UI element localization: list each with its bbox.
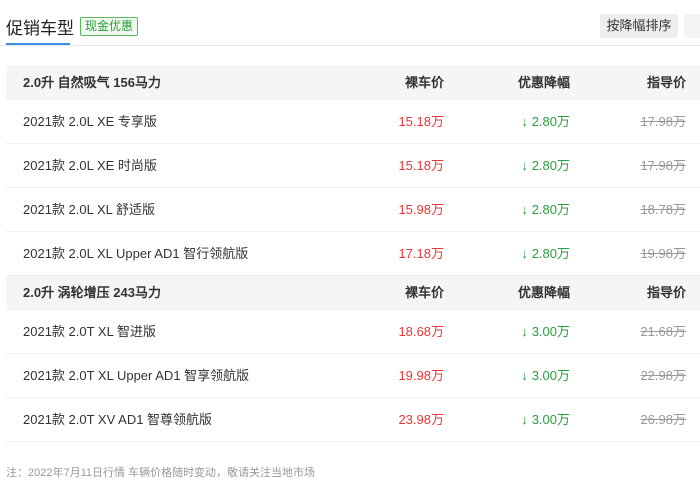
sale-price: 15.18万 — [398, 114, 444, 129]
discount-amount: ↓ 2.80万 — [521, 188, 570, 232]
group-title: 2.0升 自然吸气 156马力 — [23, 75, 161, 90]
tab-promo-models[interactable]: 促销车型 — [6, 14, 74, 46]
discount-value: 3.00万 — [531, 412, 570, 427]
group-header: 2.0升 自然吸气 156马力 裸车价 优惠降幅 指导价 — [6, 66, 700, 100]
promo-table: 2.0升 自然吸气 156马力 裸车价 优惠降幅 指导价 2021款 2.0L … — [6, 66, 700, 442]
table-row[interactable]: 2021款 2.0T XL 智进版 18.68万 ↓ 3.00万 21.68万 — [6, 310, 700, 354]
sale-price: 15.98万 — [398, 202, 444, 217]
discount-amount: ↓ 2.80万 — [521, 144, 570, 188]
col-header-guide: 指导价 — [646, 285, 686, 300]
active-tab-indicator — [6, 43, 70, 45]
table-row[interactable]: 2021款 2.0T XV AD1 智尊领航版 23.98万 ↓ 3.00万 26… — [6, 398, 700, 442]
down-arrow-icon: ↓ — [521, 412, 528, 427]
table-row[interactable]: 2021款 2.0L XE 时尚版 15.18万 ↓ 2.80万 17.98万 — [6, 144, 700, 188]
guide-price: 21.68万 — [640, 324, 686, 339]
down-arrow-icon: ↓ — [521, 324, 528, 339]
guide-price: 26.98万 — [640, 412, 686, 427]
discount-value: 2.80万 — [531, 202, 570, 217]
down-arrow-icon: ↓ — [521, 114, 528, 129]
guide-price: 22.98万 — [640, 368, 686, 383]
model-name: 2021款 2.0L XE 专享版 — [23, 114, 157, 129]
guide-price: 19.98万 — [640, 246, 686, 261]
sale-price: 15.18万 — [398, 158, 444, 173]
sort-by-discount-button[interactable]: 按降幅排序 — [600, 14, 678, 38]
model-name: 2021款 2.0T XV AD1 智尊领航版 — [23, 412, 213, 427]
down-arrow-icon: ↓ — [521, 158, 528, 173]
col-header-price: 裸车价 — [404, 285, 444, 300]
sale-price: 23.98万 — [398, 412, 444, 427]
guide-price: 17.98万 — [640, 114, 686, 129]
discount-amount: ↓ 3.00万 — [521, 398, 570, 442]
discount-value: 3.00万 — [531, 368, 570, 383]
table-row[interactable]: 2021款 2.0L XL 舒适版 15.98万 ↓ 2.80万 18.78万 — [6, 188, 700, 232]
model-name: 2021款 2.0L XE 时尚版 — [23, 158, 157, 173]
col-header-guide: 指导价 — [646, 75, 686, 90]
table-row[interactable]: 2021款 2.0T XL Upper AD1 智享领航版 19.98万 ↓ 3.… — [6, 354, 700, 398]
sale-price: 18.68万 — [398, 324, 444, 339]
guide-price: 17.98万 — [640, 158, 686, 173]
col-header-price: 裸车价 — [404, 75, 444, 90]
discount-amount: ↓ 3.00万 — [521, 310, 570, 354]
col-header-discount: 优惠降幅 — [517, 285, 570, 300]
down-arrow-icon: ↓ — [521, 202, 528, 217]
table-row[interactable]: 2021款 2.0L XL Upper AD1 智行领航版 17.18万 ↓ 2.… — [6, 232, 700, 276]
model-name: 2021款 2.0T XL 智进版 — [23, 324, 156, 339]
sale-price: 19.98万 — [398, 368, 444, 383]
model-name: 2021款 2.0L XL 舒适版 — [23, 202, 155, 217]
discount-amount: ↓ 2.80万 — [521, 232, 570, 276]
discount-value: 2.80万 — [531, 246, 570, 261]
model-name: 2021款 2.0T XL Upper AD1 智享领航版 — [23, 368, 250, 383]
table-row[interactable]: 2021款 2.0L XE 专享版 15.18万 ↓ 2.80万 17.98万 — [6, 100, 700, 144]
group-title: 2.0升 涡轮增压 243马力 — [23, 285, 161, 300]
guide-price: 18.78万 — [640, 202, 686, 217]
sale-price: 17.18万 — [398, 246, 444, 261]
header-overflow-control[interactable] — [684, 14, 700, 38]
down-arrow-icon: ↓ — [521, 368, 528, 383]
model-name: 2021款 2.0L XL Upper AD1 智行领航版 — [23, 246, 249, 261]
discount-value: 2.80万 — [531, 158, 570, 173]
down-arrow-icon: ↓ — [521, 246, 528, 261]
discount-amount: ↓ 3.00万 — [521, 354, 570, 398]
group-header: 2.0升 涡轮增压 243马力 裸车价 优惠降幅 指导价 — [6, 276, 700, 310]
discount-amount: ↓ 2.80万 — [521, 100, 570, 144]
market-footnote: 注：2022年7月11日行情 车辆价格随时变动，敬请关注当地市场 — [6, 467, 316, 479]
page-header: 促销车型 现金优惠 按降幅排序 — [0, 0, 700, 46]
col-header-discount: 优惠降幅 — [517, 75, 570, 90]
discount-value: 2.80万 — [531, 114, 570, 129]
cash-discount-badge: 现金优惠 — [80, 17, 139, 36]
discount-value: 3.00万 — [531, 324, 570, 339]
